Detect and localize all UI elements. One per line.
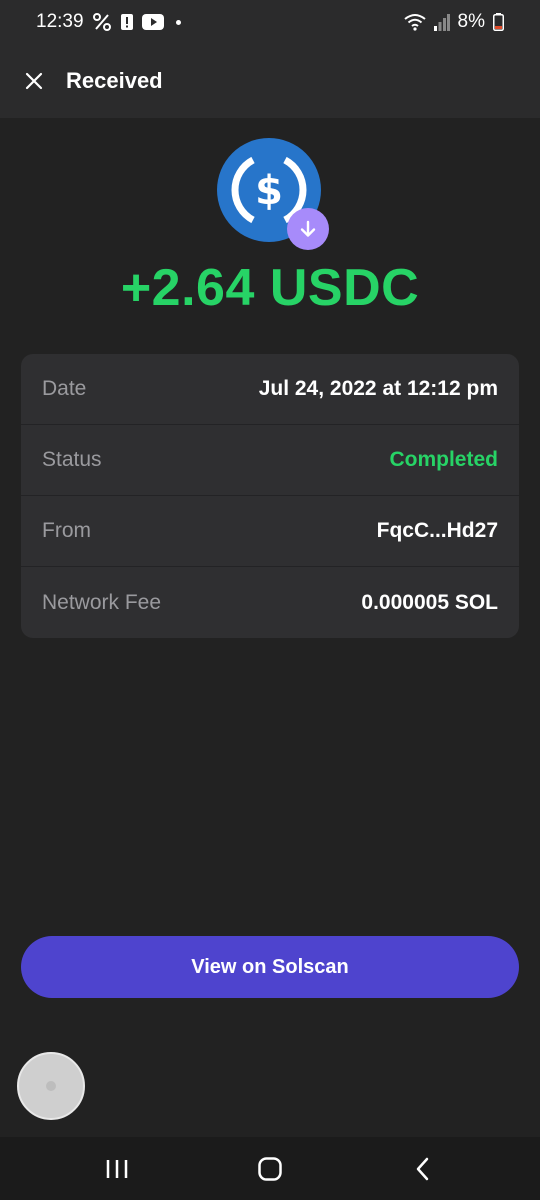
signal-icon [433, 13, 450, 31]
alert-icon [120, 13, 134, 31]
wifi-icon [403, 13, 426, 31]
detail-row-network-fee: Network Fee 0.000005 SOL [21, 567, 519, 638]
recents-button[interactable] [87, 1144, 147, 1194]
recents-icon [106, 1159, 127, 1178]
navigation-bar [0, 1137, 540, 1200]
back-icon [417, 1157, 429, 1180]
date-label: Date [42, 377, 87, 400]
screen: 12:39 8% Received $ +2.64 USDC Date Jul … [0, 0, 540, 1200]
home-button[interactable] [240, 1144, 300, 1194]
youtube-icon [141, 14, 164, 30]
detail-row-status: Status Completed [21, 425, 519, 496]
battery-icon [493, 13, 504, 31]
status-right: 8% [403, 11, 504, 33]
from-label: From [42, 519, 91, 542]
status-label: Status [42, 448, 102, 471]
date-value: Jul 24, 2022 at 12:12 pm [258, 377, 498, 400]
close-button[interactable] [22, 69, 46, 93]
network-fee-value: 0.000005 SOL [361, 590, 498, 614]
back-button[interactable] [393, 1144, 453, 1194]
status-time: 12:39 [36, 11, 84, 32]
assistive-touch-dot [46, 1081, 56, 1091]
svg-text:$: $ [255, 168, 283, 214]
percent-icon [92, 12, 112, 32]
page-title: Received [66, 68, 163, 93]
status-bar: 12:39 8% [0, 0, 540, 44]
detail-row-from[interactable]: From FqcC...Hd27 [21, 496, 519, 567]
home-icon [258, 1156, 282, 1181]
received-badge [287, 208, 329, 250]
battery-percent: 8% [457, 11, 485, 32]
close-icon [25, 72, 43, 90]
detail-row-date: Date Jul 24, 2022 at 12:12 pm [21, 354, 519, 425]
notification-dot [175, 19, 181, 25]
arrow-down-icon [300, 220, 316, 237]
header: Received [0, 44, 540, 118]
token-icon-wrap: $ [217, 138, 329, 250]
network-fee-label: Network Fee [42, 590, 162, 614]
transaction-amount: +2.64 USDC [120, 259, 420, 317]
view-on-solscan-button[interactable]: View on Solscan [21, 936, 519, 998]
from-address[interactable]: FqcC...Hd27 [377, 519, 498, 543]
status-left: 12:39 [36, 11, 181, 33]
status-value: Completed [389, 448, 498, 471]
transaction-details: Date Jul 24, 2022 at 12:12 pm Status Com… [21, 354, 519, 638]
assistive-touch-button[interactable] [17, 1052, 85, 1120]
